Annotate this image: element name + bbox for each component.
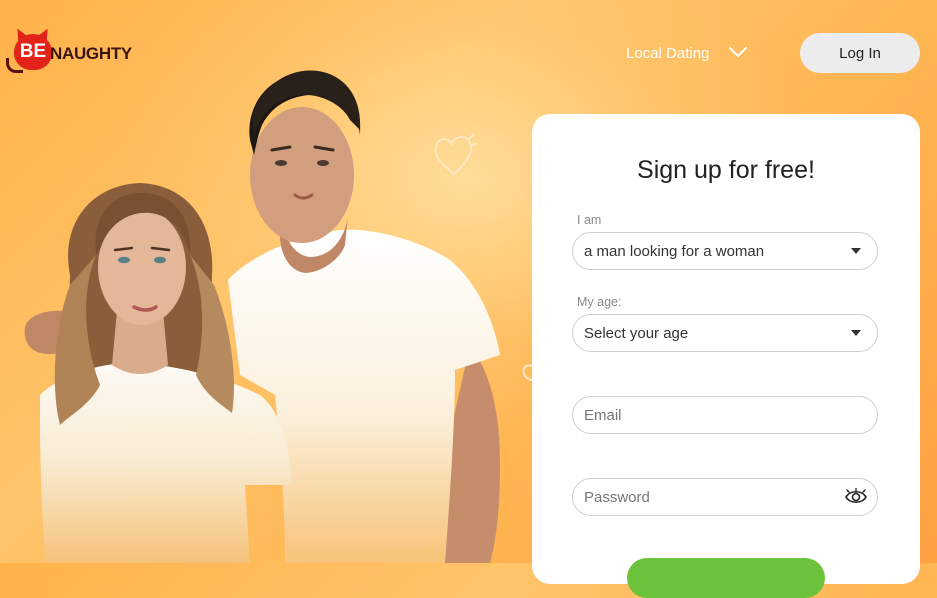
caret-down-icon: [851, 248, 861, 254]
signup-title: Sign up for free!: [637, 156, 815, 184]
chevron-down-icon[interactable]: [728, 44, 748, 60]
caret-down-icon: [851, 330, 861, 336]
gender-preference-select[interactable]: a man looking for a woman: [572, 232, 878, 270]
password-field[interactable]: Password: [572, 478, 878, 516]
iam-label: I am: [577, 213, 602, 227]
age-select[interactable]: Select your age: [572, 314, 878, 352]
couple-photo: [24, 70, 500, 563]
login-button[interactable]: Log In: [800, 33, 920, 73]
password-placeholder: Password: [584, 488, 650, 506]
local-dating-label: Local Dating: [626, 44, 710, 62]
signup-submit-button[interactable]: [627, 558, 825, 598]
eye-icon[interactable]: [845, 488, 867, 506]
email-field[interactable]: Email: [572, 396, 878, 434]
local-dating-menu[interactable]: Local Dating: [626, 44, 709, 62]
gender-preference-value: a man looking for a woman: [584, 242, 765, 260]
age-label: My age:: [577, 295, 622, 309]
signup-card: Sign up for free! I am a man looking for…: [532, 114, 920, 598]
age-select-value: Select your age: [584, 324, 689, 342]
email-placeholder: Email: [584, 406, 622, 424]
